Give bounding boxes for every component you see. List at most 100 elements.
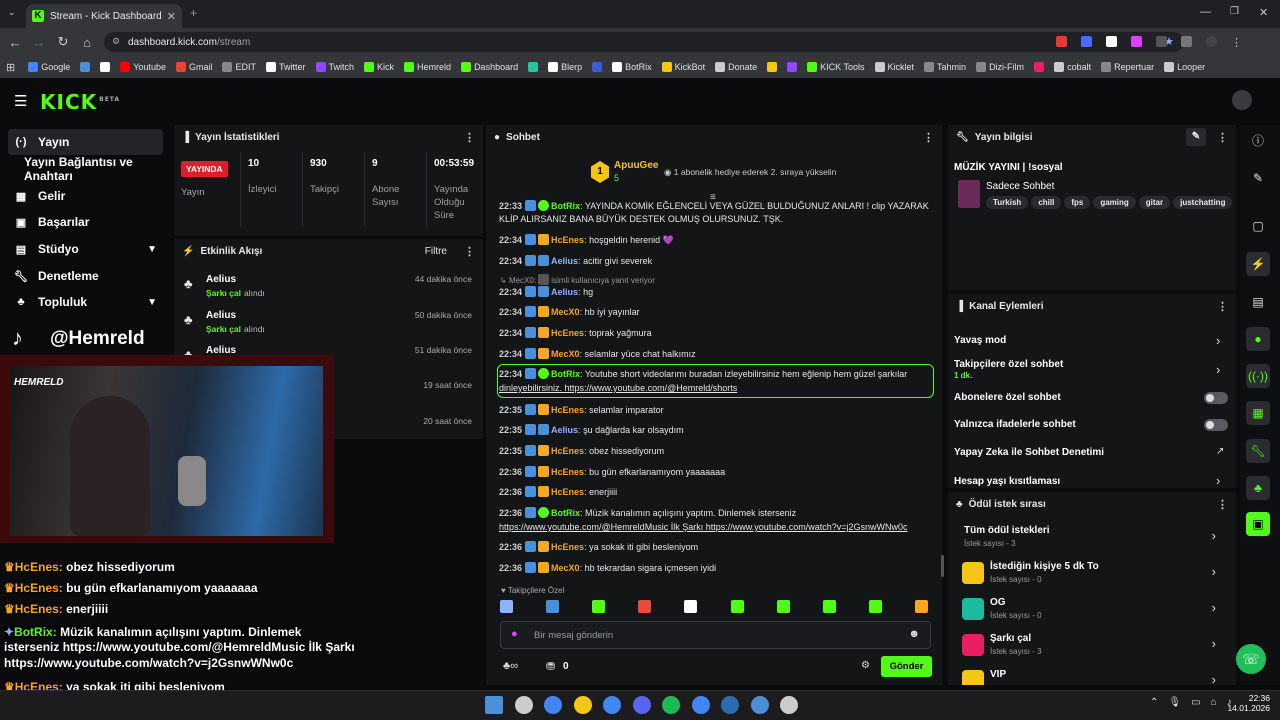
emotes-only-toggle[interactable]	[1204, 419, 1228, 431]
chevron-right-icon[interactable]: ›	[1216, 362, 1220, 377]
taskbar-app-icon[interactable]	[573, 696, 592, 714]
wrench-icon[interactable]: 🔧︎	[1246, 439, 1270, 463]
send-button[interactable]: Gönder	[881, 656, 932, 677]
site-info-icon[interactable]: ⚙	[112, 36, 120, 47]
message-user[interactable]: HcEnes	[551, 405, 584, 415]
close-window-icon[interactable]: ✕	[1259, 6, 1268, 19]
extension-icon[interactable]	[1081, 36, 1092, 47]
reward-item[interactable]: Şarkı çal İstek sayısı - 3 ›	[962, 630, 1222, 662]
emote-icon[interactable]	[592, 600, 606, 613]
bookmark-item[interactable]: Twitter	[261, 62, 311, 72]
bookmark-item[interactable]	[587, 62, 607, 72]
reload-icon[interactable]: ↻	[51, 30, 75, 54]
taskbar-app-icon[interactable]	[485, 696, 503, 714]
message-user[interactable]: Aelius	[551, 287, 578, 297]
community-icon[interactable]: ♣	[1246, 476, 1270, 500]
chevron-right-icon[interactable]: ›	[1212, 564, 1216, 579]
home-icon[interactable]: ⌂	[75, 30, 99, 54]
sidebar-item-basarilar[interactable]: ▣ Başarılar	[8, 209, 163, 235]
bookmark-item[interactable]: KickBot	[657, 62, 711, 72]
taskbar-app-icon[interactable]	[544, 696, 562, 714]
action-account-age[interactable]: Hesap yaşı kısıtlaması	[954, 476, 1060, 487]
category-name[interactable]: Sadece Sohbet	[986, 181, 1054, 192]
profile-avatar-icon[interactable]	[1206, 36, 1217, 47]
bookmark-item[interactable]: cobalt	[1049, 62, 1096, 72]
maximize-icon[interactable]: ❐	[1230, 6, 1239, 17]
support-chat-icon[interactable]: ☏	[1236, 644, 1266, 674]
action-slow-mode[interactable]: Yavaş mod	[954, 335, 1006, 346]
sidebar-item-studyo[interactable]: ▤ Stüdyo ▼	[8, 236, 163, 262]
taskbar-app-icon[interactable]	[632, 696, 651, 714]
bookmark-item[interactable]	[782, 62, 802, 72]
forward-icon[interactable]: →	[27, 30, 51, 54]
grid-app-icon[interactable]: ▣	[1246, 512, 1270, 536]
bolt-icon[interactable]: ⚡	[1246, 252, 1270, 276]
action-ai-moderation[interactable]: Yapay Zeka ile Sohbet Denetimi	[954, 447, 1104, 458]
emote-icon[interactable]	[684, 600, 698, 613]
bookmark-item[interactable]: Looper	[1159, 62, 1210, 72]
external-link-icon[interactable]: ↗	[1216, 446, 1224, 457]
tab-search-icon[interactable]: ⌄	[8, 7, 16, 18]
extension-icon[interactable]	[1131, 36, 1142, 47]
message-user[interactable]: HcEnes	[551, 467, 584, 477]
bookmark-item[interactable]: Repertuar	[1096, 62, 1159, 72]
subscribers-only-toggle[interactable]	[1204, 392, 1228, 404]
minimize-icon[interactable]: —	[1200, 6, 1211, 18]
emote-icon[interactable]	[638, 600, 652, 613]
taskbar-app-icon[interactable]	[780, 696, 798, 714]
message-user[interactable]: Aelius	[551, 425, 578, 435]
microphone-icon[interactable]: 🎙︎	[1168, 697, 1181, 708]
tab-close-icon[interactable]: ✕	[167, 10, 176, 23]
apps-grid-icon[interactable]: ⊞	[6, 61, 15, 74]
category-tag[interactable]: gitar	[1138, 196, 1171, 209]
message-user[interactable]: HcEnes	[551, 487, 584, 497]
extension-icon[interactable]	[1156, 36, 1167, 47]
bookmark-item[interactable]: Hemreld	[399, 62, 456, 72]
taskbar-app-icon[interactable]	[750, 696, 769, 714]
message-user[interactable]: HcEnes	[551, 328, 584, 338]
broadcast-icon[interactable]: ((·))	[1246, 364, 1270, 388]
bookmark-item[interactable]: Donate	[710, 62, 762, 72]
sidebar-item-gelir[interactable]: ▦ Gelir	[8, 183, 163, 209]
emote-icon[interactable]	[500, 600, 513, 613]
category-tag[interactable]: justchatting	[1173, 196, 1233, 209]
bookmark-item[interactable]: Twitch	[311, 62, 360, 72]
chevron-right-icon[interactable]: ›	[1216, 473, 1220, 488]
bookmark-item[interactable]: KICK Tools	[802, 62, 869, 72]
more-options-icon[interactable]: ⋮	[1217, 131, 1228, 144]
more-options-icon[interactable]: ⋮	[464, 245, 475, 258]
tab-kick-dashboard[interactable]: K Stream - Kick Dashboard ✕	[26, 4, 182, 28]
bookmark-item[interactable]	[95, 62, 115, 72]
category-tag[interactable]: Turkish	[986, 196, 1029, 209]
bookmark-item[interactable]: Gmail	[171, 62, 218, 72]
category-tag[interactable]: chill	[1031, 196, 1062, 209]
sidebar-item-topluluk[interactable]: ♣ Topluluk ▼	[8, 289, 163, 315]
bookmark-item[interactable]: EDIT	[217, 62, 261, 72]
message-user[interactable]: BotRix	[551, 201, 580, 211]
microphone-icon[interactable]: ●	[511, 628, 518, 640]
taskbar-app-icon[interactable]	[603, 696, 621, 714]
more-options-icon[interactable]: ⋮	[1217, 300, 1228, 313]
new-tab-icon[interactable]: +	[190, 6, 197, 20]
bookmark-item[interactable]: BotRix	[607, 62, 657, 72]
tray-chevron-icon[interactable]: ⌃	[1150, 697, 1158, 708]
kick-logo[interactable]: KICK BETA	[40, 90, 120, 114]
extension-icon[interactable]	[1106, 36, 1117, 47]
chevron-right-icon[interactable]: ›	[1212, 636, 1216, 651]
browser-menu-icon[interactable]: ⋮	[1231, 36, 1242, 49]
hamburger-menu-icon[interactable]: ☰	[14, 92, 27, 110]
screen-icon[interactable]: ▢	[1246, 214, 1270, 238]
clock[interactable]: 22:36 14.01.2026	[1226, 693, 1270, 713]
bookmark-item[interactable]: Google	[23, 62, 75, 72]
message-user[interactable]: HcEnes	[551, 446, 584, 456]
bookmark-item[interactable]: Dashboard	[456, 62, 523, 72]
message-user[interactable]: MecX0	[551, 307, 580, 317]
message-user[interactable]: MecX0	[551, 563, 580, 573]
bookmark-item[interactable]: Kicklet	[870, 62, 920, 72]
reward-item[interactable]: VIP ›	[962, 666, 1222, 685]
clipboard-icon[interactable]: ▤	[1246, 290, 1270, 314]
edit-pencil-icon[interactable]: ✎	[1186, 128, 1206, 146]
infinity-icon[interactable]: ♣∞	[503, 660, 518, 672]
taskbar-app-icon[interactable]	[691, 696, 710, 714]
network-icon[interactable]: ⌂	[1211, 697, 1217, 708]
